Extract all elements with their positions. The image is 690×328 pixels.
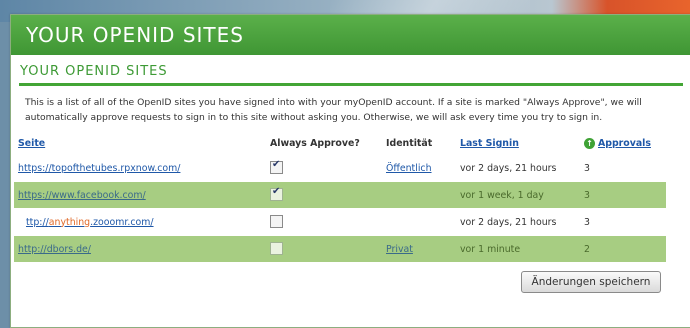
site-link[interactable]: https://www.facebook.com/: [18, 190, 146, 201]
always-approve-checkbox[interactable]: [270, 186, 283, 201]
site-link[interactable]: http://dbors.de/: [18, 244, 91, 255]
identity-cell: [382, 181, 456, 209]
column-header-approvals[interactable]: ↑ Approvals: [580, 133, 666, 155]
column-header-last-signin[interactable]: Last Signin: [456, 133, 580, 155]
identity-link[interactable]: Privat: [386, 244, 413, 255]
column-header-identity: Identität: [386, 138, 433, 149]
panel-header: YOUR OPENID SITES: [11, 15, 690, 55]
table-row: https://www.facebook.com/ vor 1 week, 1 …: [14, 181, 666, 209]
site-link-prefix: ttp://: [26, 216, 49, 228]
always-approve-checkbox[interactable]: [270, 159, 283, 174]
last-signin-cell: vor 2 days, 21 hours: [456, 208, 580, 236]
approvals-cell: 3: [580, 181, 666, 209]
last-signin-cell: vor 2 days, 21 hours: [456, 154, 580, 182]
sites-table: Seite Always Approve? Identität Last Sig…: [14, 133, 666, 262]
site-link-suffix: .zooomr.com/: [90, 216, 154, 228]
always-approve-cell: [266, 154, 382, 182]
identity-cell: Privat: [382, 235, 456, 262]
save-changes-button[interactable]: Änderungen speichern: [521, 271, 661, 293]
site-url-cell: https://topofthetubes.rpxnow.com/: [14, 154, 266, 182]
site-link[interactable]: https://topofthetubes.rpxnow.com/: [18, 163, 180, 174]
section-title: YOUR OPENID SITES: [20, 64, 168, 79]
always-approve-cell: [266, 208, 382, 236]
table-row: http://dbors.de/ Privat vor 1 minute 2: [14, 235, 666, 262]
column-header-always-approve: Always Approve?: [270, 138, 360, 149]
table-row: https://topofthetubes.rpxnow.com/ Öffent…: [14, 154, 666, 182]
identity-cell: Öffentlich: [382, 154, 456, 182]
identity-cell: [382, 208, 456, 236]
site-url-cell: http://dbors.de/: [14, 235, 266, 262]
site-url-cell: ttp://anything.zooomr.com/: [14, 208, 266, 236]
site-link[interactable]: ttp://anything.zooomr.com/: [26, 217, 154, 228]
approvals-cell: 3: [580, 208, 666, 236]
always-approve-cell: [266, 181, 382, 209]
site-link-highlight: anything: [48, 216, 91, 228]
always-approve-checkbox[interactable]: [270, 242, 283, 255]
info-icon: ↑: [584, 138, 595, 149]
last-signin-cell: vor 1 week, 1 day: [456, 181, 580, 209]
always-approve-checkbox[interactable]: [270, 215, 283, 228]
section-divider: [19, 83, 683, 86]
site-url-cell: https://www.facebook.com/: [14, 181, 266, 209]
last-signin-cell: vor 1 minute: [456, 235, 580, 262]
column-header-site[interactable]: Seite: [14, 133, 266, 155]
identity-link[interactable]: Öffentlich: [386, 163, 432, 174]
approvals-cell: 2: [580, 235, 666, 262]
intro-text: This is a list of all of the OpenID site…: [25, 97, 642, 123]
approvals-cell: 3: [580, 154, 666, 182]
always-approve-cell: [266, 235, 382, 262]
table-header-row: Seite Always Approve? Identität Last Sig…: [14, 133, 666, 155]
approvals-header-label: Approvals: [598, 138, 651, 149]
table-row: ttp://anything.zooomr.com/ vor 2 days, 2…: [14, 208, 666, 236]
